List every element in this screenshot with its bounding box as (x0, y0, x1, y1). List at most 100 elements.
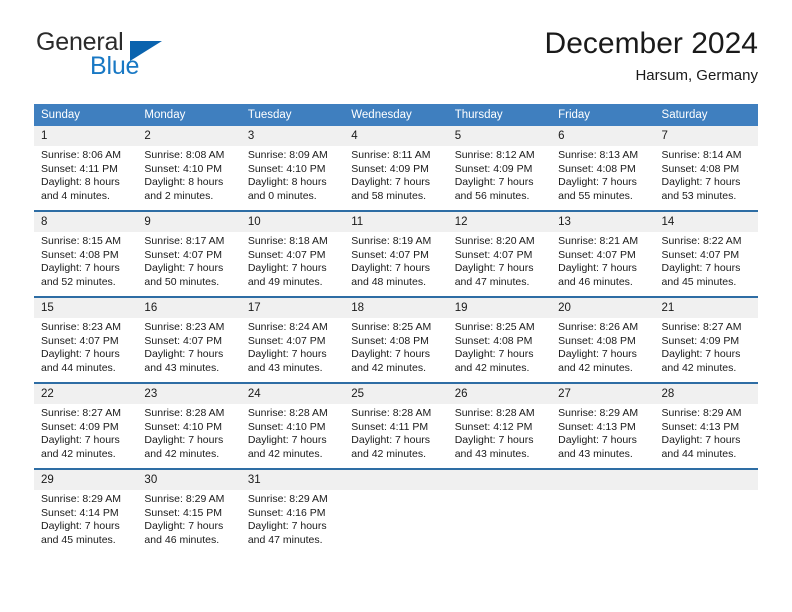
day-cell[interactable]: 18 Sunrise: 8:25 AM Sunset: 4:08 PM Dayl… (344, 296, 448, 383)
sunrise-text: Sunrise: 8:29 AM (41, 493, 121, 505)
day-info: Sunrise: 8:11 AM Sunset: 4:09 PM Dayligh… (344, 146, 447, 203)
daylight-text-line2: and 42 minutes. (351, 447, 426, 460)
day-cell[interactable]: 5 Sunrise: 8:12 AM Sunset: 4:09 PM Dayli… (447, 126, 552, 211)
page-header: General Blue December 2024 Harsum, Germa… (34, 27, 758, 90)
sunrise-text: Sunrise: 8:20 AM (454, 235, 535, 247)
day-number: 15 (34, 298, 138, 318)
sunset-text: Sunset: 4:10 PM (144, 420, 223, 433)
sunrise-text: Sunrise: 8:09 AM (247, 149, 328, 161)
weekday-header-row: Sunday Monday Tuesday Wednesday Thursday… (34, 104, 758, 126)
day-cell[interactable]: 26 Sunrise: 8:28 AM Sunset: 4:12 PM Dayl… (447, 382, 552, 469)
day-number: 17 (240, 298, 345, 318)
day-number: 11 (344, 212, 448, 232)
weekday-wednesday: Wednesday (344, 104, 448, 126)
day-cell[interactable]: 10 Sunrise: 8:18 AM Sunset: 4:07 PM Dayl… (240, 210, 345, 297)
day-info: Sunrise: 8:29 AM Sunset: 4:16 PM Dayligh… (241, 490, 344, 547)
day-info: Sunrise: 8:28 AM Sunset: 4:12 PM Dayligh… (448, 404, 551, 461)
day-cell[interactable]: 24 Sunrise: 8:28 AM Sunset: 4:10 PM Dayl… (240, 382, 345, 469)
sunrise-text: Sunrise: 8:25 AM (454, 321, 535, 333)
daylight-text-line1: Daylight: 7 hours (661, 348, 741, 361)
daylight-text-line2: and 49 minutes. (247, 275, 323, 288)
daylight-text-line1: Daylight: 7 hours (144, 434, 224, 447)
sunrise-text: Sunrise: 8:29 AM (144, 493, 225, 505)
day-cell[interactable]: 8 Sunrise: 8:15 AM Sunset: 4:08 PM Dayli… (34, 210, 138, 297)
day-cell[interactable]: 11 Sunrise: 8:19 AM Sunset: 4:07 PM Dayl… (344, 210, 448, 297)
day-cell[interactable]: 9 Sunrise: 8:17 AM Sunset: 4:07 PM Dayli… (137, 210, 241, 297)
day-cell[interactable]: 23 Sunrise: 8:28 AM Sunset: 4:10 PM Dayl… (137, 382, 241, 469)
day-info: Sunrise: 8:12 AM Sunset: 4:09 PM Dayligh… (448, 146, 551, 203)
day-cell[interactable]: 27 Sunrise: 8:29 AM Sunset: 4:13 PM Dayl… (551, 382, 655, 469)
sunrise-text: Sunrise: 8:18 AM (247, 235, 328, 247)
day-info: Sunrise: 8:28 AM Sunset: 4:10 PM Dayligh… (241, 404, 344, 461)
sunrise-text: Sunrise: 8:22 AM (661, 235, 742, 247)
day-cell[interactable]: 2 Sunrise: 8:08 AM Sunset: 4:10 PM Dayli… (137, 126, 241, 211)
daylight-text-line1: Daylight: 7 hours (661, 176, 741, 189)
daylight-text-line2: and 45 minutes. (661, 275, 737, 288)
day-cell[interactable]: 1 Sunrise: 8:06 AM Sunset: 4:11 PM Dayli… (34, 126, 138, 211)
day-cell[interactable]: 6 Sunrise: 8:13 AM Sunset: 4:08 PM Dayli… (551, 126, 655, 211)
day-info: Sunrise: 8:09 AM Sunset: 4:10 PM Dayligh… (241, 146, 344, 203)
day-info: Sunrise: 8:25 AM Sunset: 4:08 PM Dayligh… (344, 318, 447, 375)
day-info: Sunrise: 8:26 AM Sunset: 4:08 PM Dayligh… (551, 318, 654, 375)
general-blue-logo[interactable]: General Blue (34, 28, 264, 84)
day-cell[interactable]: 12 Sunrise: 8:20 AM Sunset: 4:07 PM Dayl… (447, 210, 552, 297)
title-block: December 2024 Harsum, Germany (545, 24, 758, 87)
daylight-text-line1: Daylight: 7 hours (351, 262, 431, 275)
sunset-text: Sunset: 4:09 PM (351, 162, 429, 175)
daylight-text-line2: and 52 minutes. (41, 275, 116, 288)
day-cell[interactable]: 29 Sunrise: 8:29 AM Sunset: 4:14 PM Dayl… (34, 468, 138, 554)
day-cell[interactable]: 17 Sunrise: 8:24 AM Sunset: 4:07 PM Dayl… (240, 296, 345, 383)
day-info: Sunrise: 8:14 AM Sunset: 4:08 PM Dayligh… (655, 146, 758, 203)
daylight-text-line2: and 53 minutes. (661, 189, 737, 202)
day-cell[interactable]: 16 Sunrise: 8:23 AM Sunset: 4:07 PM Dayl… (137, 296, 241, 383)
day-number: 23 (137, 384, 241, 404)
sunrise-text: Sunrise: 8:13 AM (558, 149, 639, 161)
day-number (654, 470, 758, 490)
sunrise-text: Sunrise: 8:26 AM (558, 321, 639, 333)
day-cell[interactable]: 22 Sunrise: 8:27 AM Sunset: 4:09 PM Dayl… (34, 382, 138, 469)
day-cell[interactable]: 30 Sunrise: 8:29 AM Sunset: 4:15 PM Dayl… (137, 468, 241, 554)
daylight-text-line2: and 0 minutes. (247, 189, 317, 202)
day-cell[interactable]: 21 Sunrise: 8:27 AM Sunset: 4:09 PM Dayl… (654, 296, 758, 383)
day-cell[interactable]: 7 Sunrise: 8:14 AM Sunset: 4:08 PM Dayli… (654, 126, 758, 211)
day-cell[interactable]: 4 Sunrise: 8:11 AM Sunset: 4:09 PM Dayli… (344, 126, 448, 211)
daylight-text-line2: and 42 minutes. (661, 361, 737, 374)
sunset-text: Sunset: 4:09 PM (454, 162, 533, 175)
day-info: Sunrise: 8:29 AM Sunset: 4:13 PM Dayligh… (655, 404, 758, 461)
day-info: Sunrise: 8:24 AM Sunset: 4:07 PM Dayligh… (241, 318, 344, 375)
day-cell[interactable]: 20 Sunrise: 8:26 AM Sunset: 4:08 PM Dayl… (551, 296, 655, 383)
day-cell[interactable]: 28 Sunrise: 8:29 AM Sunset: 4:13 PM Dayl… (654, 382, 758, 469)
day-cell[interactable]: 13 Sunrise: 8:21 AM Sunset: 4:07 PM Dayl… (551, 210, 655, 297)
sunset-text: Sunset: 4:13 PM (661, 420, 740, 433)
day-cell-empty (447, 468, 552, 554)
day-number (447, 470, 552, 490)
sunrise-text: Sunrise: 8:28 AM (144, 407, 225, 419)
day-cell[interactable]: 15 Sunrise: 8:23 AM Sunset: 4:07 PM Dayl… (34, 296, 138, 383)
day-cell[interactable]: 25 Sunrise: 8:28 AM Sunset: 4:11 PM Dayl… (344, 382, 448, 469)
calendar-table: Sunday Monday Tuesday Wednesday Thursday… (34, 104, 758, 554)
day-cell[interactable]: 3 Sunrise: 8:09 AM Sunset: 4:10 PM Dayli… (240, 126, 345, 211)
week-row: 29 Sunrise: 8:29 AM Sunset: 4:14 PM Dayl… (34, 468, 758, 554)
location-subtitle: Harsum, Germany (635, 67, 758, 84)
daylight-text-line1: Daylight: 7 hours (351, 434, 431, 447)
sunset-text: Sunset: 4:14 PM (41, 506, 119, 519)
day-cell[interactable]: 19 Sunrise: 8:25 AM Sunset: 4:08 PM Dayl… (447, 296, 552, 383)
day-info: Sunrise: 8:21 AM Sunset: 4:07 PM Dayligh… (551, 232, 654, 289)
daylight-text-line2: and 55 minutes. (558, 189, 633, 202)
day-cell[interactable]: 31 Sunrise: 8:29 AM Sunset: 4:16 PM Dayl… (240, 468, 345, 554)
sunset-text: Sunset: 4:08 PM (661, 162, 740, 175)
sunset-text: Sunset: 4:07 PM (454, 248, 533, 261)
day-number: 16 (137, 298, 241, 318)
daylight-text-line1: Daylight: 7 hours (661, 434, 741, 447)
calendar-body: 1 Sunrise: 8:06 AM Sunset: 4:11 PM Dayli… (34, 126, 758, 554)
sunset-text: Sunset: 4:09 PM (41, 420, 119, 433)
day-number: 30 (137, 470, 241, 490)
day-number: 6 (551, 126, 655, 146)
day-number: 29 (34, 470, 138, 490)
day-info: Sunrise: 8:17 AM Sunset: 4:07 PM Dayligh… (137, 232, 240, 289)
day-number: 9 (137, 212, 241, 232)
sunset-text: Sunset: 4:08 PM (454, 334, 533, 347)
day-info: Sunrise: 8:13 AM Sunset: 4:08 PM Dayligh… (551, 146, 654, 203)
day-cell[interactable]: 14 Sunrise: 8:22 AM Sunset: 4:07 PM Dayl… (654, 210, 758, 297)
sunrise-text: Sunrise: 8:06 AM (41, 149, 121, 161)
